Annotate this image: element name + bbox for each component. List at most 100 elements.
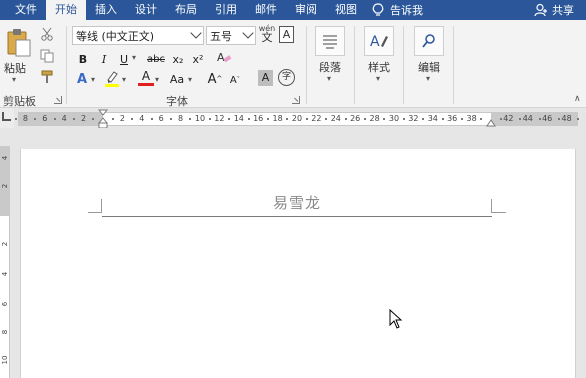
collapse-ribbon-icon[interactable]: ∧ [574,94,581,104]
change-case-button[interactable]: Aa [168,70,186,88]
format-painter-icon[interactable] [40,70,54,87]
word-window: 文件 开始 插入 设计 布局 引用 邮件 审阅 视图 告诉我 共享 粘贴 ▾ 剪… [0,0,586,378]
ruler-tick [92,118,95,120]
tab-mailings[interactable]: 邮件 [246,0,286,20]
ruler-tick [286,118,289,120]
right-indent-marker-icon[interactable] [486,119,496,127]
share-label: 共享 [552,4,574,17]
font-size-select[interactable]: 五号 [206,26,256,45]
underline-dropdown-caret[interactable]: ▾ [132,53,136,62]
svg-text:A: A [370,34,380,50]
clipboard-icon [7,29,31,57]
vertical-ruler[interactable]: 4 2 2 4 6 8 10 [0,146,10,378]
ruler-number: 42 [503,114,514,123]
italic-button[interactable]: I [98,50,110,68]
highlight-icon[interactable] [104,70,120,91]
styles-icon: A [370,34,388,50]
paragraph-button[interactable] [315,26,345,56]
paste-button[interactable] [6,28,32,58]
paragraph-caret: ▾ [327,74,332,83]
tab-design[interactable]: 设计 [126,0,166,20]
ruler-number: 22 [311,114,322,123]
clear-formatting-icon[interactable]: A [216,49,232,68]
chevron-down-icon [190,27,202,39]
character-border-button[interactable]: A [279,26,294,43]
ruler-number: 30 [388,114,400,123]
font-color-button[interactable]: A [138,70,154,86]
tab-review[interactable]: 审阅 [286,0,326,20]
ruler-tick [247,118,250,120]
grow-font-button[interactable]: A ^ [207,70,223,88]
header-underline [102,216,492,217]
ruler-tick [53,118,56,120]
document-page[interactable] [20,149,576,378]
vertical-ruler-number: 2 [1,183,9,189]
font-family-select[interactable]: 等线 (中文正文) [72,26,204,45]
vertical-ruler-number: 4 [1,271,9,277]
tab-selector[interactable] [0,108,14,128]
horizontal-ruler[interactable]: 8 6 4 2 2 4 6 8 10 12 14 16 18 20 22 24 26 28 30 32 34 36 38 42… [14,109,580,129]
styles-button[interactable]: A [364,26,394,56]
shrink-font-letter: A [229,74,237,86]
highlight-caret[interactable]: ▾ [122,75,126,84]
svg-text:A: A [217,51,225,64]
font-color-caret[interactable]: ▾ [155,75,159,84]
ruler-tick [422,118,425,120]
clipboard-launcher-icon[interactable] [54,96,62,104]
crop-mark [492,212,506,213]
tell-me-label: 告诉我 [390,4,423,17]
phonetic-guide-button[interactable]: wén 文 [258,24,276,43]
tab-layout[interactable]: 布局 [166,0,206,20]
bold-button[interactable]: B [76,50,90,68]
tab-insert[interactable]: 插入 [86,0,126,20]
ruler-tick [325,118,328,120]
superscript-button[interactable]: x² [190,50,206,68]
font-launcher-icon[interactable] [292,96,300,104]
crop-mark [88,212,102,213]
ruler-tick [499,118,502,120]
ruler-tick [228,118,231,120]
left-tab-icon [2,112,11,121]
tab-file[interactable]: 文件 [6,0,46,20]
ruler-tick [266,118,269,120]
subscript-button[interactable]: x₂ [170,50,186,68]
ruler-tick [131,118,134,120]
person-add-icon [534,3,547,17]
paste-label: 粘贴 [4,62,26,75]
ruler-number: 6 [42,114,48,123]
tab-view[interactable]: 视图 [326,0,366,20]
document-header-text[interactable]: 易雪龙 [102,192,492,213]
ruler-number: 28 [369,114,380,123]
tell-me-box[interactable]: 告诉我 [372,2,423,18]
strikethrough-button[interactable]: abc [144,50,168,68]
ruler-tick [577,118,580,120]
shrink-font-button[interactable]: Aˇ [228,71,242,89]
text-effects-caret[interactable]: ▾ [91,75,95,84]
ruler-number: 8 [22,114,28,123]
ribbon-tab-bar: 文件 开始 插入 设计 布局 引用 邮件 审阅 视图 告诉我 共享 [0,0,586,20]
grow-font-letter: A [207,71,217,87]
ruler-tick [344,118,347,120]
ruler-number: 46 [542,114,553,123]
cut-icon[interactable] [40,27,54,44]
ruler-number: 48 [561,114,572,123]
ruler-tick [111,118,114,120]
ruler-number: 4 [139,114,145,123]
character-shading-button[interactable]: A [258,70,273,86]
ruler-tick [460,118,463,120]
paste-dropdown-caret[interactable]: ▾ [12,75,16,84]
tab-references[interactable]: 引用 [206,0,246,20]
ruler-tick [383,118,386,120]
share-button[interactable]: 共享 [534,0,574,20]
editing-button[interactable] [414,26,444,56]
tab-home[interactable]: 开始 [46,0,86,20]
copy-icon[interactable] [40,49,54,66]
change-case-caret[interactable]: ▾ [188,75,192,84]
text-effects-button[interactable]: A [74,70,90,88]
ruler-tick [189,118,192,120]
paragraph-label: 段落 [319,61,341,74]
enclose-characters-button[interactable]: 字 [278,69,295,86]
ruler-tick [402,118,405,120]
underline-button[interactable]: U [118,50,130,68]
ruler-tick [208,118,211,120]
